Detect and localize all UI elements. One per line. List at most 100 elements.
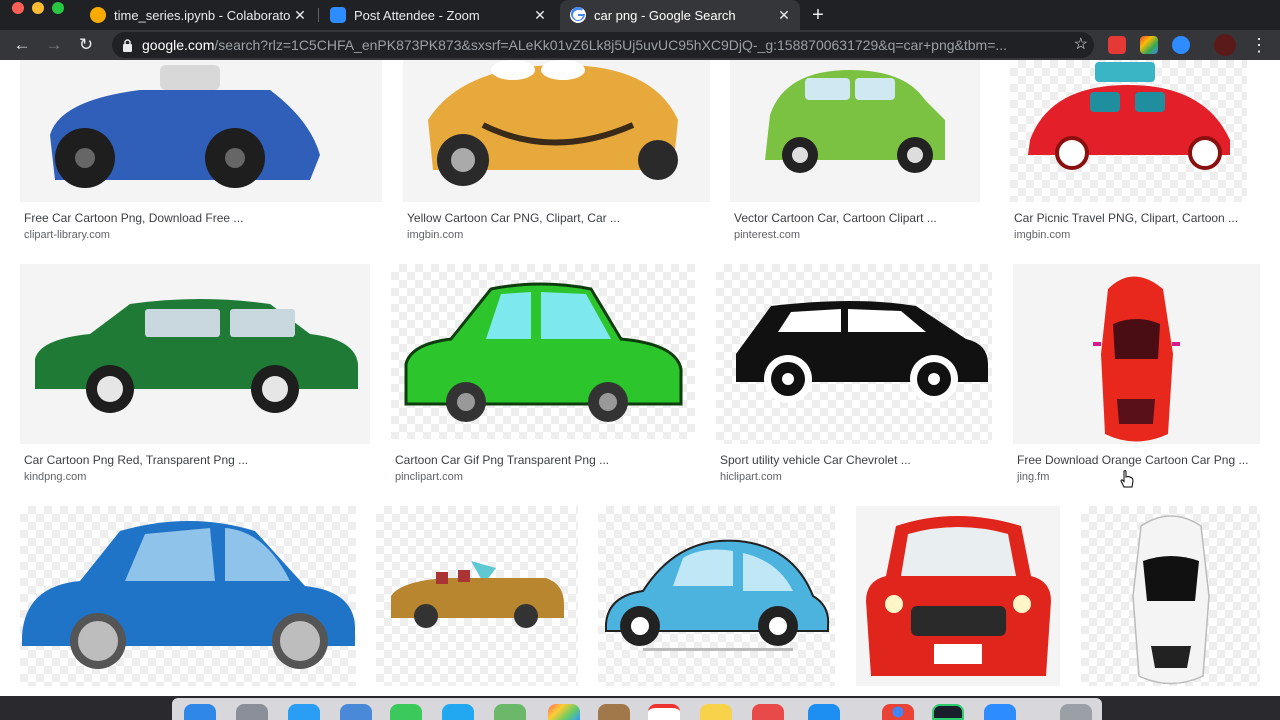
- tab-title: Post Attendee - Zoom: [354, 7, 480, 23]
- tab-separator: [318, 8, 319, 22]
- new-tab-button[interactable]: +: [808, 0, 828, 30]
- result-image[interactable]: [20, 60, 382, 202]
- result-image[interactable]: [20, 264, 370, 444]
- result-card[interactable]: Car Cartoon Png Red, Transparent Png ...…: [20, 264, 370, 489]
- hand-pointer-cursor-icon: [1120, 470, 1134, 488]
- profile-avatar[interactable]: [1214, 34, 1236, 56]
- result-site[interactable]: jing.fm: [1017, 471, 1049, 483]
- mail-icon[interactable]: [340, 704, 372, 720]
- result-card[interactable]: Free Download Orange Cartoon Car Png ...…: [1013, 264, 1260, 489]
- result-card[interactable]: Yellow Cartoon Car PNG, Clipart, Car ...…: [403, 60, 710, 245]
- forward-button[interactable]: →: [42, 33, 66, 57]
- window-close-button[interactable]: [12, 2, 24, 14]
- finder-icon[interactable]: [184, 704, 216, 720]
- notes-icon[interactable]: [700, 704, 732, 720]
- reload-button[interactable]: ↻: [74, 33, 98, 57]
- lock-icon: [120, 38, 134, 52]
- result-title[interactable]: Car Cartoon Png Red, Transparent Png ...: [24, 453, 248, 467]
- address-bar[interactable]: google.com/search?rlz=1C5CHFA_enPK873PK8…: [112, 32, 1094, 58]
- facetime-icon[interactable]: [390, 704, 422, 720]
- result-card[interactable]: Free Car Cartoon Png, Download Free ... …: [20, 60, 382, 245]
- car-image-red-topdown-sports: [1093, 276, 1180, 442]
- zoom-icon: [330, 7, 346, 23]
- tab-title: time_series.ipynb - Colaboratory: [114, 7, 290, 23]
- trash-icon[interactable]: [1060, 704, 1092, 720]
- result-image[interactable]: [716, 264, 992, 444]
- messages-icon[interactable]: [442, 704, 474, 720]
- result-site[interactable]: imgbin.com: [1014, 229, 1070, 241]
- back-button[interactable]: ←: [10, 33, 34, 57]
- result-image[interactable]: [598, 506, 835, 686]
- car-image-blue-cartoon-compact: [22, 521, 355, 669]
- app-store-icon[interactable]: [808, 704, 840, 720]
- result-site[interactable]: clipart-library.com: [24, 229, 110, 241]
- result-title[interactable]: Sport utility vehicle Car Chevrolet ...: [720, 453, 911, 467]
- result-card[interactable]: Cartoon Car Gif Png Transparent Png ... …: [391, 264, 695, 489]
- url-host: google.com: [142, 37, 215, 53]
- result-image[interactable]: [403, 60, 710, 202]
- chrome-icon[interactable]: [882, 704, 914, 720]
- result-card[interactable]: Vector Cartoon Car, Cartoon Clipart ... …: [730, 60, 980, 245]
- url-path: /search?rlz=1C5CHFA_enPK873PK873&sxsrf=A…: [214, 37, 1008, 53]
- safari-icon[interactable]: [288, 704, 320, 720]
- result-image[interactable]: [20, 506, 356, 686]
- result-title[interactable]: Yellow Cartoon Car PNG, Clipart, Car ...: [407, 211, 620, 225]
- launchpad-icon[interactable]: [236, 704, 268, 720]
- result-title[interactable]: Vector Cartoon Car, Cartoon Clipart ...: [734, 211, 937, 225]
- extension-google-icon[interactable]: [1140, 36, 1158, 54]
- extension-video-icon[interactable]: [1108, 36, 1126, 54]
- image-results-grid: Free Car Cartoon Png, Download Free ... …: [0, 60, 1280, 696]
- browser-menu-icon[interactable]: ⋮: [1250, 33, 1268, 57]
- tab-close-icon[interactable]: ✕: [774, 7, 794, 24]
- result-card[interactable]: Sport utility vehicle Car Chevrolet ... …: [716, 264, 992, 489]
- car-image-green-cartoon: [404, 282, 683, 422]
- extension-zoom-icon[interactable]: [1172, 36, 1190, 54]
- result-site[interactable]: imgbin.com: [407, 229, 463, 241]
- result-image[interactable]: [730, 60, 980, 202]
- window-maximize-button[interactable]: [52, 2, 64, 14]
- result-site[interactable]: kindpng.com: [24, 471, 86, 483]
- car-image-black-suv: [736, 301, 988, 403]
- result-image[interactable]: [1081, 506, 1260, 686]
- result-card[interactable]: [1081, 506, 1260, 686]
- result-title[interactable]: Car Picnic Travel PNG, Clipart, Cartoon …: [1014, 211, 1238, 225]
- result-site[interactable]: hiclipart.com: [720, 471, 782, 483]
- result-image[interactable]: [391, 264, 695, 439]
- result-card[interactable]: [856, 506, 1060, 686]
- result-card[interactable]: [376, 506, 578, 686]
- result-image[interactable]: [1010, 60, 1247, 202]
- result-image[interactable]: [856, 506, 1060, 686]
- news-icon[interactable]: [752, 704, 784, 720]
- photos-icon[interactable]: [548, 704, 580, 720]
- tab-zoom[interactable]: Post Attendee - Zoom ✕: [320, 0, 556, 30]
- result-card[interactable]: [20, 506, 356, 686]
- calendar-icon[interactable]: [648, 704, 680, 720]
- result-image[interactable]: [376, 506, 578, 686]
- zoom-dock-icon[interactable]: [984, 704, 1016, 720]
- result-card[interactable]: Car Picnic Travel PNG, Clipart, Cartoon …: [1010, 60, 1247, 245]
- bookmark-star-icon[interactable]: ☆: [1074, 35, 1088, 55]
- window-minimize-button[interactable]: [32, 2, 44, 14]
- car-image-green-hatchback: [765, 70, 945, 173]
- tab-close-icon[interactable]: ✕: [290, 7, 310, 24]
- maps-icon[interactable]: [494, 704, 526, 720]
- macos-dock: [172, 698, 1102, 720]
- car-image-blue-cartoon: [50, 65, 320, 188]
- tab-title: car png - Google Search: [594, 7, 736, 23]
- car-image-white-topdown-sports: [1132, 515, 1210, 685]
- result-title[interactable]: Free Download Orange Cartoon Car Png ...: [1017, 453, 1248, 467]
- car-image-red-front-view: [866, 516, 1051, 676]
- tab-close-icon[interactable]: ✕: [530, 7, 550, 24]
- contacts-icon[interactable]: [598, 704, 630, 720]
- browser-tab-bar: time_series.ipynb - Colaboratory ✕ Post …: [0, 0, 1280, 30]
- result-image[interactable]: [1013, 264, 1260, 444]
- result-title[interactable]: Free Car Cartoon Png, Download Free ...: [24, 211, 243, 225]
- car-image-gold-convertible: [391, 561, 564, 628]
- pycharm-icon[interactable]: [932, 704, 964, 720]
- tab-colab[interactable]: time_series.ipynb - Colaboratory ✕: [80, 0, 316, 30]
- result-site[interactable]: pinterest.com: [734, 229, 800, 241]
- result-title[interactable]: Cartoon Car Gif Png Transparent Png ...: [395, 453, 609, 467]
- result-site[interactable]: pinclipart.com: [395, 471, 463, 483]
- tab-google-search[interactable]: car png - Google Search ✕: [560, 0, 800, 30]
- result-card[interactable]: [598, 506, 835, 686]
